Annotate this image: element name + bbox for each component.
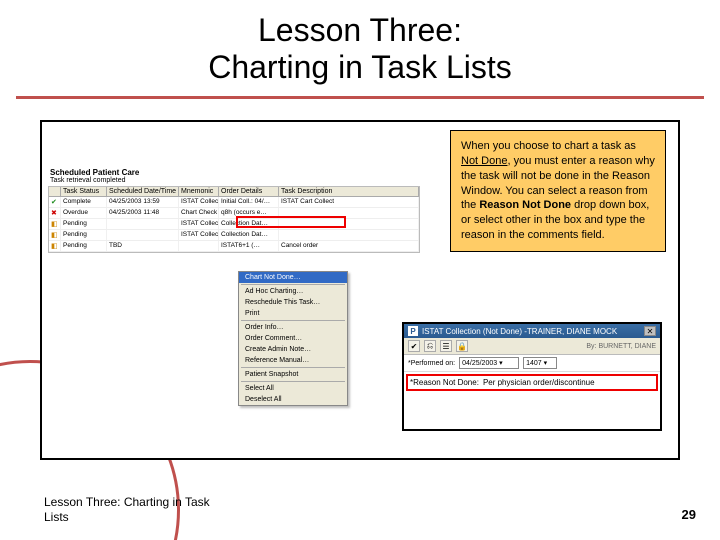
- dialog-toolbar: ✔ ⎌ ☰ 🔒 By: BURNETT, DIANE: [404, 338, 660, 355]
- row-datetime: 04/25/2003 13:59: [107, 197, 179, 207]
- row-description: Cancel order: [279, 241, 419, 251]
- col-order-details: Order Details: [219, 187, 279, 196]
- dialog-title-prefix: ISTAT Collection (Not Done) -: [422, 327, 527, 336]
- menu-order-comment[interactable]: Order Comment…: [239, 333, 347, 344]
- row-mnemonic: ISTAT Collection: [179, 230, 219, 240]
- close-icon[interactable]: ✕: [644, 326, 656, 336]
- row-datetime: [107, 219, 179, 229]
- row-status: Pending: [61, 241, 107, 251]
- reason-not-done-label: *Reason Not Done:: [410, 378, 479, 387]
- table-row[interactable]: Complete04/25/2003 13:59ISTAT Collection…: [49, 197, 419, 208]
- row-mnemonic: ISTAT Collection: [179, 219, 219, 229]
- row-order-details: Collection Dat…: [219, 219, 279, 229]
- row-status-icon: [49, 230, 61, 240]
- page-number: 29: [682, 507, 696, 522]
- row-status: Pending: [61, 230, 107, 240]
- row-datetime: TBD: [107, 241, 179, 251]
- toolbar-check-icon[interactable]: ✔: [408, 340, 420, 352]
- col-datetime: Scheduled Date/Time: [107, 187, 179, 196]
- menu-separator: [241, 320, 345, 321]
- table-row[interactable]: PendingTBD ISTAT6+1 (…Cancel order: [49, 241, 419, 252]
- col-description: Task Description: [279, 187, 419, 196]
- row-status-icon: [49, 219, 61, 229]
- comments-area[interactable]: [404, 393, 660, 429]
- toolbar-list-icon[interactable]: ☰: [440, 340, 452, 352]
- instruction-callout: When you choose to chart a task as Not D…: [450, 130, 666, 252]
- menu-chart-not-done[interactable]: Chart Not Done…: [239, 272, 347, 283]
- menu-select-all[interactable]: Select All: [239, 383, 347, 394]
- callout-not-done: Not Done: [461, 155, 507, 167]
- row-mnemonic: ISTAT Collection: [179, 197, 219, 207]
- tasklist-heading: Scheduled Patient Care: [48, 166, 420, 177]
- col-mnemonic: Mnemonic: [179, 187, 219, 196]
- performed-on-label: *Performed on:: [408, 360, 455, 367]
- title-line-2: Charting in Task Lists: [0, 49, 720, 86]
- performed-on-row: *Performed on: 04/25/2003 1407: [404, 355, 660, 372]
- dialog-title-user: TRAINER, DIANE MOCK: [527, 327, 617, 336]
- dialog-app-icon: P: [408, 326, 418, 336]
- toolbar-undo-icon[interactable]: ⎌: [424, 340, 436, 352]
- table-row[interactable]: Pending ISTAT CollectionCollection Dat…: [49, 219, 419, 230]
- row-mnemonic: Chart Check: [179, 208, 219, 218]
- row-status-icon: [49, 241, 61, 251]
- task-table-header: Task Status Scheduled Date/Time Mnemonic…: [49, 187, 419, 197]
- row-datetime: 04/25/2003 11:48: [107, 208, 179, 218]
- task-list-screenshot: Scheduled Patient Care Task retrieval co…: [48, 166, 420, 366]
- row-order-details: q8h (occurs e…: [219, 208, 279, 218]
- slide-title: Lesson Three: Charting in Task Lists: [0, 12, 720, 86]
- row-status-icon: [49, 208, 61, 218]
- row-datetime: [107, 230, 179, 240]
- col-icon: [49, 187, 61, 196]
- menu-patient-snapshot[interactable]: Patient Snapshot: [239, 369, 347, 380]
- menu-separator: [241, 284, 345, 285]
- title-line-1: Lesson Three:: [0, 12, 720, 49]
- reason-not-done-highlight: *Reason Not Done: Per physician order/di…: [406, 374, 658, 391]
- content-frame: Scheduled Patient Care Task retrieval co…: [40, 120, 680, 460]
- row-status: Overdue: [61, 208, 107, 218]
- row-description: [279, 230, 419, 240]
- dialog-by-label: By: BURNETT, DIANE: [586, 343, 656, 350]
- context-menu: Chart Not Done… Ad Hoc Charting… Resched…: [238, 271, 348, 406]
- row-description: ISTAT Cart Collect: [279, 197, 419, 207]
- menu-reference-manual[interactable]: Reference Manual…: [239, 355, 347, 366]
- reason-dialog: P ISTAT Collection (Not Done) - TRAINER,…: [402, 322, 662, 431]
- table-row[interactable]: Pending ISTAT CollectionCollection Dat…: [49, 230, 419, 241]
- row-order-details: Collection Dat…: [219, 230, 279, 240]
- reason-not-done-dropdown[interactable]: Per physician order/discontinue: [483, 378, 654, 387]
- row-order-details: Initial Coll.: 04/…: [219, 197, 279, 207]
- callout-reason-not-done: Reason Not Done: [479, 199, 571, 211]
- performed-date-field[interactable]: 04/25/2003: [459, 357, 519, 369]
- row-order-details: ISTAT6+1 (…: [219, 241, 279, 251]
- task-table: Task Status Scheduled Date/Time Mnemonic…: [48, 186, 420, 253]
- row-status-icon: [49, 197, 61, 207]
- menu-separator: [241, 367, 345, 368]
- toolbar-lock-icon[interactable]: 🔒: [456, 340, 468, 352]
- row-status: Complete: [61, 197, 107, 207]
- row-status: Pending: [61, 219, 107, 229]
- callout-text-1: When you choose to chart a task as: [461, 140, 636, 152]
- menu-order-info[interactable]: Order Info…: [239, 322, 347, 333]
- menu-adhoc-charting[interactable]: Ad Hoc Charting…: [239, 286, 347, 297]
- menu-create-admin-note[interactable]: Create Admin Note…: [239, 344, 347, 355]
- footer-lesson-label: Lesson Three: Charting in Task Lists: [44, 495, 224, 524]
- row-description: [279, 219, 419, 229]
- dialog-titlebar: P ISTAT Collection (Not Done) - TRAINER,…: [404, 324, 660, 338]
- row-description: [279, 208, 419, 218]
- menu-deselect-all[interactable]: Deselect All: [239, 394, 347, 405]
- title-underline: [16, 96, 704, 99]
- col-status: Task Status: [61, 187, 107, 196]
- menu-reschedule-task[interactable]: Reschedule This Task…: [239, 297, 347, 308]
- table-row[interactable]: Overdue04/25/2003 11:48Chart Checkq8h (o…: [49, 208, 419, 219]
- row-mnemonic: [179, 241, 219, 251]
- menu-separator: [241, 381, 345, 382]
- tasklist-subheading: Task retrieval completed: [48, 177, 420, 186]
- performed-time-field[interactable]: 1407: [523, 357, 557, 369]
- menu-print[interactable]: Print: [239, 308, 347, 319]
